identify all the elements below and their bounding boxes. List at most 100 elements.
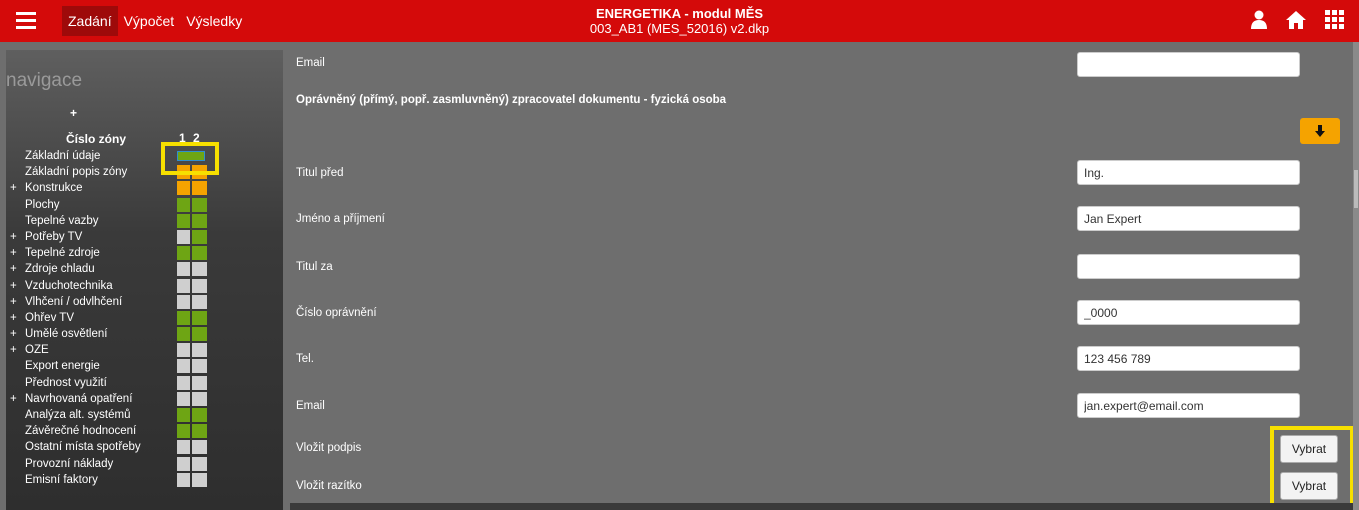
zone-status-1[interactable] [177, 391, 190, 406]
expand-toggle[interactable]: + [10, 310, 17, 326]
full-name-input[interactable] [1077, 206, 1300, 231]
title-before-input[interactable] [1077, 160, 1300, 185]
expand-toggle[interactable]: + [10, 229, 17, 245]
sidebar-item[interactable]: Tepelné vazby [6, 213, 266, 229]
zone-status-1[interactable] [177, 229, 190, 244]
zone-status-2[interactable] [192, 294, 207, 309]
scrollbar[interactable] [1353, 42, 1359, 510]
sidebar-item[interactable]: Plochy [6, 197, 266, 213]
zone-status-1[interactable] [177, 327, 190, 342]
section-title: Oprávněný (přímý, popř. zasmluvněný) zpr… [296, 94, 727, 106]
zone-status-1[interactable] [177, 440, 190, 455]
sidebar-item[interactable]: Závěrečné hodnocení [6, 423, 266, 439]
sidebar-item[interactable]: + Umělé osvětlení [6, 326, 266, 342]
expand-toggle[interactable]: + [10, 278, 17, 294]
tab-vysledky[interactable]: Výsledky [180, 6, 248, 36]
zone-status-1[interactable] [177, 262, 190, 277]
zone-status-2[interactable] [192, 408, 207, 422]
title-after-input[interactable] [1077, 254, 1300, 279]
sidebar-item[interactable]: Ostatní místa spotřeby [6, 439, 266, 455]
zone-status-1[interactable] [177, 294, 190, 309]
sidebar-item[interactable]: + Navrhovaná opatření [6, 391, 266, 407]
zone-status-2[interactable] [192, 310, 207, 325]
zone-status-2[interactable] [192, 375, 207, 390]
zone-status-2[interactable] [192, 278, 207, 293]
phone-input[interactable] [1077, 346, 1300, 371]
sidebar-item-label: Přednost využití [25, 376, 107, 389]
sidebar-item[interactable]: Provozní náklady [6, 456, 266, 472]
license-number-input[interactable] [1077, 300, 1300, 325]
sidebar-item-label: Navrhovaná opatření [25, 392, 133, 405]
home-icon[interactable] [1285, 10, 1307, 30]
sidebar-item[interactable]: + Vzduchotechnika [6, 278, 266, 294]
zone-status-2[interactable] [192, 262, 207, 277]
sidebar-item-label: Vzduchotechnika [25, 279, 113, 292]
sidebar-item[interactable]: Emisní faktory [6, 472, 266, 488]
sidebar-item-label: Tepelné zdroje [25, 247, 100, 260]
expand-toggle[interactable]: + [10, 326, 17, 342]
email-input[interactable] [1077, 393, 1300, 418]
expand-toggle[interactable]: + [10, 180, 17, 196]
expand-all-button[interactable]: + [70, 106, 77, 120]
user-icon[interactable] [1251, 10, 1267, 30]
zone-status-1[interactable] [177, 278, 190, 293]
zone-status-2[interactable] [192, 213, 207, 228]
sidebar-item[interactable]: Základní popis zóny [6, 164, 266, 180]
sidebar-item[interactable]: + Vlhčení / odvlhčení [6, 294, 266, 310]
bottom-divider [290, 503, 1356, 510]
navigation-sidebar: navigace + Číslo zóny 1 2 Základní údaje… [6, 50, 283, 510]
sidebar-item-label: Konstrukce [25, 182, 83, 195]
apps-grid-icon[interactable] [1325, 10, 1345, 30]
zone-status-1[interactable] [177, 375, 190, 390]
expand-down-button[interactable] [1300, 118, 1340, 144]
zone-status-2[interactable] [192, 391, 207, 406]
zone-status-1[interactable] [177, 310, 190, 325]
expand-toggle[interactable]: + [10, 342, 17, 358]
zone-status-1[interactable] [177, 359, 190, 374]
zone-status-2[interactable] [192, 343, 207, 358]
sidebar-item[interactable]: + OZE [6, 342, 266, 358]
zone-status-1[interactable] [177, 197, 190, 212]
scrollbar-thumb[interactable] [1354, 170, 1358, 208]
sidebar-item[interactable]: + Ohřev TV [6, 310, 266, 326]
zone-status-1[interactable] [177, 246, 190, 261]
zone-status-2[interactable] [192, 327, 207, 342]
sidebar-item[interactable]: + Potřeby TV [6, 229, 266, 245]
zone-status-1[interactable] [177, 408, 190, 422]
zone-status-1[interactable] [177, 456, 190, 471]
expand-toggle[interactable]: + [10, 245, 17, 261]
sidebar-item-label: Závěrečné hodnocení [25, 425, 137, 438]
zone-status-2[interactable] [192, 424, 207, 439]
sidebar-item[interactable]: Přednost využití [6, 375, 266, 391]
zone-status-2[interactable] [192, 229, 207, 244]
sidebar-item-label: Ohřev TV [25, 311, 74, 324]
phone-label: Tel. [296, 353, 314, 365]
sidebar-item[interactable]: Základní údaje [6, 148, 266, 164]
zone-status-2[interactable] [192, 472, 207, 487]
expand-toggle[interactable]: + [10, 294, 17, 310]
zone-status-1[interactable] [177, 213, 190, 228]
expand-toggle[interactable]: + [10, 391, 17, 407]
zone-status-2[interactable] [192, 456, 207, 471]
sidebar-item[interactable]: Analýza alt. systémů [6, 407, 266, 423]
tab-zadani[interactable]: Zadání [62, 6, 118, 36]
zone-status-1[interactable] [177, 424, 190, 439]
sidebar-item[interactable]: + Konstrukce [6, 180, 266, 196]
sidebar-item[interactable]: Export energie [6, 358, 266, 374]
zone-status-2[interactable] [192, 181, 207, 196]
zone-status-2[interactable] [192, 197, 207, 212]
top-nav: Zadání Výpočet Výsledky [62, 6, 248, 36]
menu-icon[interactable] [16, 12, 36, 30]
zone-status-2[interactable] [192, 246, 207, 261]
zone-status-1[interactable] [177, 181, 190, 196]
sidebar-item[interactable]: + Zdroje chladu [6, 261, 266, 277]
tab-vypocet[interactable]: Výpočet [118, 6, 181, 36]
sidebar-item[interactable]: + Tepelné zdroje [6, 245, 266, 261]
email-top-input[interactable] [1077, 52, 1300, 77]
zone-status-1[interactable] [177, 343, 190, 358]
zone-status-1[interactable] [177, 472, 190, 487]
zone-status-2[interactable] [192, 440, 207, 455]
expand-toggle[interactable]: + [10, 261, 17, 277]
full-name-label: Jméno a příjmení [296, 213, 385, 225]
zone-status-2[interactable] [192, 359, 207, 374]
